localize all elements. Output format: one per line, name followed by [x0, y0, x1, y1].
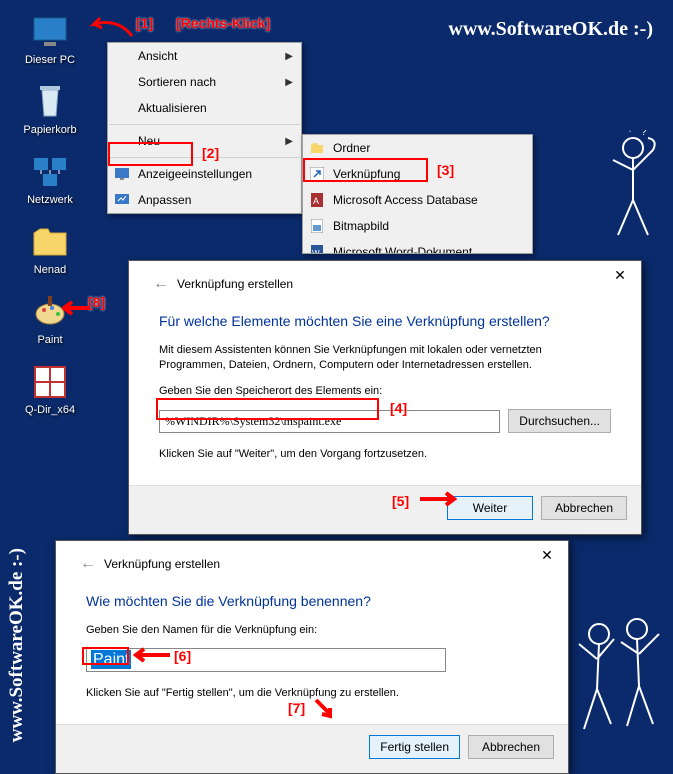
- desktop-icon-papierkorb[interactable]: Papierkorb: [14, 82, 86, 136]
- menu-label: Bitmapbild: [333, 219, 389, 233]
- menu-separator: [109, 124, 300, 125]
- dialog-shortcut-step1: ✕ ← Verknüpfung erstellen Für welche Ele…: [128, 260, 642, 535]
- dialog-label: Geben Sie den Speicherort des Elements e…: [159, 384, 611, 399]
- dialog-heading: Für welche Elemente möchten Sie eine Ver…: [159, 313, 611, 329]
- dialog-title: Verknüpfung erstellen: [104, 557, 220, 571]
- stick-figures-icon: [569, 604, 669, 754]
- folder-icon: [309, 140, 325, 156]
- chevron-right-icon: ▶: [285, 51, 293, 62]
- dialog-label: Geben Sie den Namen für die Verknüpfung …: [86, 623, 538, 638]
- menu-item-verknuepfung[interactable]: Verknüpfung: [303, 161, 532, 187]
- dialog-shortcut-step2: ✕ ← Verknüpfung erstellen Wie möchten Si…: [55, 540, 569, 774]
- dialog-desc: Mit diesem Assistenten können Sie Verknü…: [159, 343, 611, 374]
- svg-text:?: ?: [641, 130, 647, 138]
- menu-label: Neu: [138, 134, 160, 148]
- desktop-icon-nenad[interactable]: Nenad: [14, 222, 86, 276]
- menu-item-neu[interactable]: Neu ▶: [108, 128, 301, 154]
- paint-icon: [30, 292, 70, 332]
- pc-icon: [30, 12, 70, 52]
- chevron-right-icon: ▶: [285, 77, 293, 88]
- name-input-value[interactable]: Paint: [91, 650, 131, 669]
- menu-item-aktualisieren[interactable]: Aktualisieren: [108, 95, 301, 121]
- svg-text:A: A: [313, 196, 319, 206]
- back-arrow-icon[interactable]: ←: [80, 555, 96, 573]
- desktop-icon-paint[interactable]: Paint: [14, 292, 86, 346]
- dialog-heading: Wie möchten Sie die Verknüpfung benennen…: [86, 593, 538, 609]
- browse-button[interactable]: Durchsuchen...: [508, 409, 611, 433]
- desktop-icon-dieser-pc[interactable]: Dieser PC: [14, 12, 86, 66]
- desktop-icon-label: Papierkorb: [14, 124, 86, 136]
- display-icon: [114, 166, 130, 182]
- menu-item-anzeige[interactable]: Anzeigeeinstellungen: [108, 161, 301, 187]
- network-icon: [30, 152, 70, 192]
- menu-item-access[interactable]: A Microsoft Access Database: [303, 187, 532, 213]
- menu-label: Aktualisieren: [138, 101, 207, 115]
- menu-label: Verknüpfung: [333, 167, 400, 181]
- finish-button[interactable]: Fertig stellen: [369, 735, 460, 759]
- svg-text:?: ?: [628, 130, 633, 134]
- close-button[interactable]: ✕: [526, 541, 568, 569]
- next-button[interactable]: Weiter: [447, 496, 533, 520]
- location-input[interactable]: [159, 410, 500, 433]
- menu-item-bitmap[interactable]: Bitmapbild: [303, 213, 532, 239]
- word-icon: W: [309, 244, 325, 254]
- context-submenu-neu: Ordner Verknüpfung A Microsoft Access Dat…: [302, 134, 533, 254]
- personalize-icon: [114, 192, 130, 208]
- dialog-title: Verknüpfung erstellen: [177, 277, 293, 291]
- desktop-icon-label: Netzwerk: [14, 194, 86, 206]
- desktop-icon-label: Nenad: [14, 264, 86, 276]
- recyclebin-icon: [30, 82, 70, 122]
- context-menu-desktop: Ansicht ▶ Sortieren nach ▶ Aktualisieren N…: [107, 42, 302, 214]
- dialog-hint: Klicken Sie auf "Fertig stellen", um die…: [86, 686, 538, 701]
- cancel-button[interactable]: Abbrechen: [468, 735, 554, 759]
- annotation-8: [8]: [88, 294, 105, 310]
- menu-label: Sortieren nach: [138, 75, 216, 89]
- access-icon: A: [309, 192, 325, 208]
- back-arrow-icon[interactable]: ←: [153, 275, 169, 293]
- menu-item-anpassen[interactable]: Anpassen: [108, 187, 301, 213]
- red-arrow-1: [88, 14, 134, 42]
- menu-label: Ansicht: [138, 49, 177, 63]
- menu-label: Ordner: [333, 141, 370, 155]
- menu-item-ordner[interactable]: Ordner: [303, 135, 532, 161]
- watermark-top: www.SoftwareOK.de :-): [448, 18, 653, 41]
- menu-item-ansicht[interactable]: Ansicht ▶: [108, 43, 301, 69]
- annotation-1b: [Rechts-Klick]: [176, 15, 270, 31]
- menu-item-word[interactable]: W Microsoft Word-Dokument: [303, 239, 532, 254]
- bitmap-icon: [309, 218, 325, 234]
- folder-icon: [30, 222, 70, 262]
- stick-figure-icon: ??: [593, 130, 663, 250]
- watermark-left: www.SoftwareOK.de :-): [6, 548, 28, 742]
- menu-label: Microsoft Word-Dokument: [333, 245, 472, 254]
- desktop-icon-label: Q-Dir_x64: [14, 404, 86, 416]
- chevron-right-icon: ▶: [285, 136, 293, 147]
- svg-text:W: W: [312, 249, 320, 254]
- qdir-icon: [30, 362, 70, 402]
- close-button[interactable]: ✕: [599, 261, 641, 289]
- desktop-icon-qdir[interactable]: Q-Dir_x64: [14, 362, 86, 416]
- desktop-icon-label: Dieser PC: [14, 54, 86, 66]
- desktop-icon-label: Paint: [14, 334, 86, 346]
- dialog-hint: Klicken Sie auf "Weiter", um den Vorgang…: [159, 447, 611, 462]
- menu-label: Anzeigeeinstellungen: [138, 167, 252, 181]
- cancel-button[interactable]: Abbrechen: [541, 496, 627, 520]
- menu-label: Anpassen: [138, 193, 191, 207]
- shortcut-icon: [309, 166, 325, 182]
- menu-label: Microsoft Access Database: [333, 193, 478, 207]
- menu-separator: [109, 157, 300, 158]
- menu-item-sortieren[interactable]: Sortieren nach ▶: [108, 69, 301, 95]
- annotation-1: [1]: [136, 15, 153, 31]
- desktop-icon-netzwerk[interactable]: Netzwerk: [14, 152, 86, 206]
